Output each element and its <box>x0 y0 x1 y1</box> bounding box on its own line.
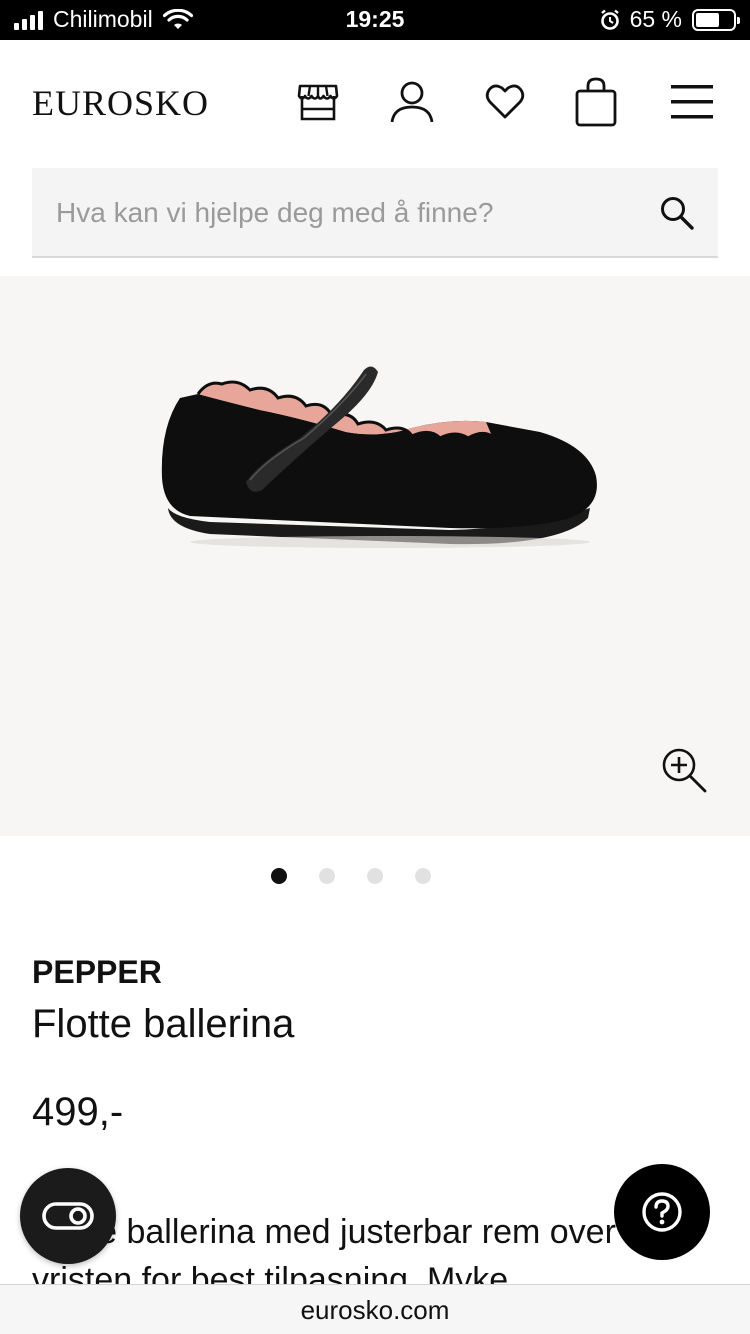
product-image-gallery[interactable] <box>0 276 750 836</box>
alarm-icon <box>600 9 619 30</box>
product-name: Flotte ballerina <box>32 1002 295 1046</box>
gallery-dot-3[interactable] <box>367 868 383 884</box>
status-bar: Chilimobil 19:25 65 % <box>0 0 750 40</box>
search-icon[interactable] <box>656 192 698 234</box>
product-description: Flotte ballerina med justerbar rem over … <box>32 1213 616 1286</box>
gallery-dot-4[interactable] <box>415 868 431 884</box>
search-input[interactable] <box>56 168 646 258</box>
site-header: EUROSKO <box>0 40 750 160</box>
gallery-dot-1[interactable] <box>271 868 287 884</box>
battery-fill <box>696 12 719 27</box>
help-question-icon <box>642 1192 682 1232</box>
product-image <box>161 366 597 548</box>
accessibility-toggle-button[interactable] <box>20 1168 116 1264</box>
cart-bag-icon[interactable] <box>572 74 620 130</box>
site-logo[interactable]: EUROSKO <box>32 82 209 124</box>
browser-url-bar[interactable]: eurosko.com <box>0 1284 750 1334</box>
gallery-dot-2[interactable] <box>319 868 335 884</box>
account-icon[interactable] <box>388 78 436 126</box>
zoom-in-icon[interactable] <box>660 746 708 794</box>
product-brand[interactable]: PEPPER <box>32 954 162 991</box>
wishlist-heart-icon[interactable] <box>481 78 529 126</box>
battery-icon <box>692 8 740 31</box>
menu-hamburger-icon[interactable] <box>668 78 716 126</box>
search-bar <box>32 168 718 258</box>
status-right: 65 % <box>600 6 740 33</box>
toggle-icon <box>42 1202 94 1230</box>
gallery-pagination <box>0 868 726 884</box>
store-icon[interactable] <box>294 78 342 126</box>
battery-percent: 65 % <box>629 6 682 32</box>
product-price: 499,- <box>32 1090 124 1134</box>
help-button[interactable] <box>614 1164 710 1260</box>
